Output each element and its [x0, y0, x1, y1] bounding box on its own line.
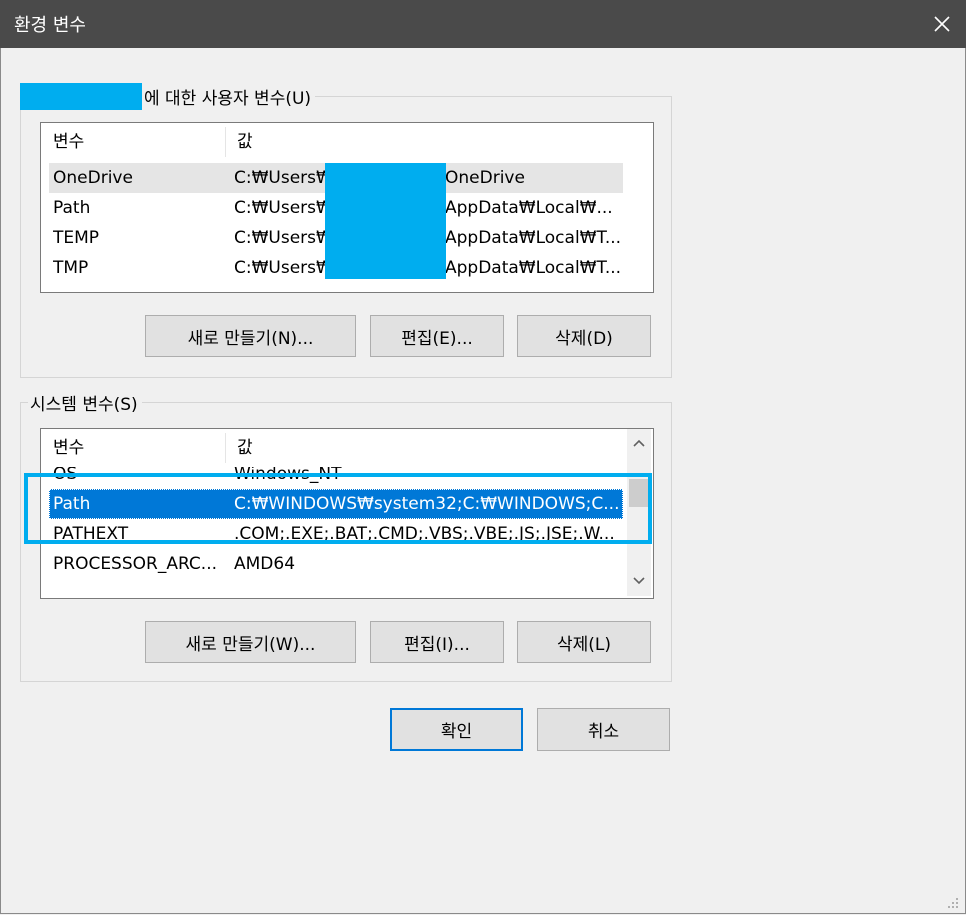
- system-vars-legend: 시스템 변수(S): [28, 388, 142, 416]
- column-header-value[interactable]: 값: [225, 429, 623, 467]
- user-vars-list[interactable]: 변수 값 OneDrive C:₩Users₩ OneDrive Path C:₩…: [40, 122, 654, 293]
- user-delete-button[interactable]: 삭제(D): [517, 315, 651, 357]
- scrollbar-thumb[interactable]: [629, 479, 648, 507]
- system-vars-list[interactable]: 변수 값 OS Windows_NT Path C:₩WINDOWS₩syste…: [40, 428, 654, 599]
- close-button[interactable]: [918, 0, 966, 48]
- system-delete-button[interactable]: 삭제(L): [517, 621, 651, 663]
- scroll-down-button[interactable]: [627, 569, 651, 593]
- row-name: OneDrive: [53, 168, 133, 188]
- system-vars-rows: OS Windows_NT Path C:₩WINDOWS₩system32;C…: [41, 467, 625, 597]
- system-new-button[interactable]: 새로 만들기(W)...: [145, 621, 356, 663]
- user-vars-legend: 에 대한 사용자 변수(U): [18, 82, 316, 110]
- username-redaction: [20, 82, 142, 110]
- row-value: .COM;.EXE;.BAT;.CMD;.VBS;.VBE;.JS;.JSE;.…: [234, 524, 615, 544]
- row-value: C:₩WINDOWS₩system32;C:₩WINDOWS;C...: [234, 494, 620, 514]
- row-value: AMD64: [234, 554, 296, 574]
- table-row[interactable]: PROCESSOR_ARC... AMD64: [49, 549, 623, 579]
- user-vars-header: 변수 값: [41, 123, 623, 161]
- user-vars-legend-text: 에 대한 사용자 변수(U): [144, 88, 312, 109]
- ok-button[interactable]: 확인: [390, 708, 523, 751]
- row-name: Path: [53, 198, 91, 218]
- row-name: OS: [53, 467, 78, 484]
- close-icon: [934, 16, 950, 32]
- row-name: PROCESSOR_ARC...: [53, 554, 218, 574]
- column-header-variable[interactable]: 변수: [41, 123, 225, 161]
- chevron-up-icon: [633, 439, 645, 447]
- chevron-down-icon: [633, 577, 645, 585]
- title-bar: 환경 변수: [0, 0, 966, 48]
- window-title: 환경 변수: [14, 15, 86, 36]
- row-value: Windows_NT: [234, 467, 342, 484]
- user-new-button[interactable]: 새로 만들기(N)...: [145, 315, 356, 357]
- system-edit-button[interactable]: 편집(I)...: [370, 621, 504, 663]
- resize-grip-icon[interactable]: [946, 896, 960, 910]
- row-name: TEMP: [53, 228, 100, 248]
- cancel-button[interactable]: 취소: [537, 708, 670, 751]
- column-header-value[interactable]: 값: [225, 123, 623, 161]
- column-header-variable[interactable]: 변수: [41, 429, 225, 467]
- user-edit-button[interactable]: 편집(E)...: [370, 315, 504, 357]
- table-row[interactable]: PATHEXT .COM;.EXE;.BAT;.CMD;.VBS;.VBE;.J…: [49, 519, 623, 549]
- vertical-scrollbar[interactable]: [627, 429, 651, 596]
- row-name: Path: [53, 494, 91, 514]
- system-vars-header: 변수 값: [41, 429, 623, 467]
- row-name: TMP: [53, 258, 89, 278]
- user-path-redaction: [325, 163, 446, 279]
- table-row-selected[interactable]: Path C:₩WINDOWS₩system32;C:₩WINDOWS;C...: [49, 489, 623, 519]
- scroll-up-button[interactable]: [627, 431, 651, 455]
- row-name: PATHEXT: [53, 524, 129, 544]
- table-row[interactable]: OS Windows_NT: [49, 467, 623, 489]
